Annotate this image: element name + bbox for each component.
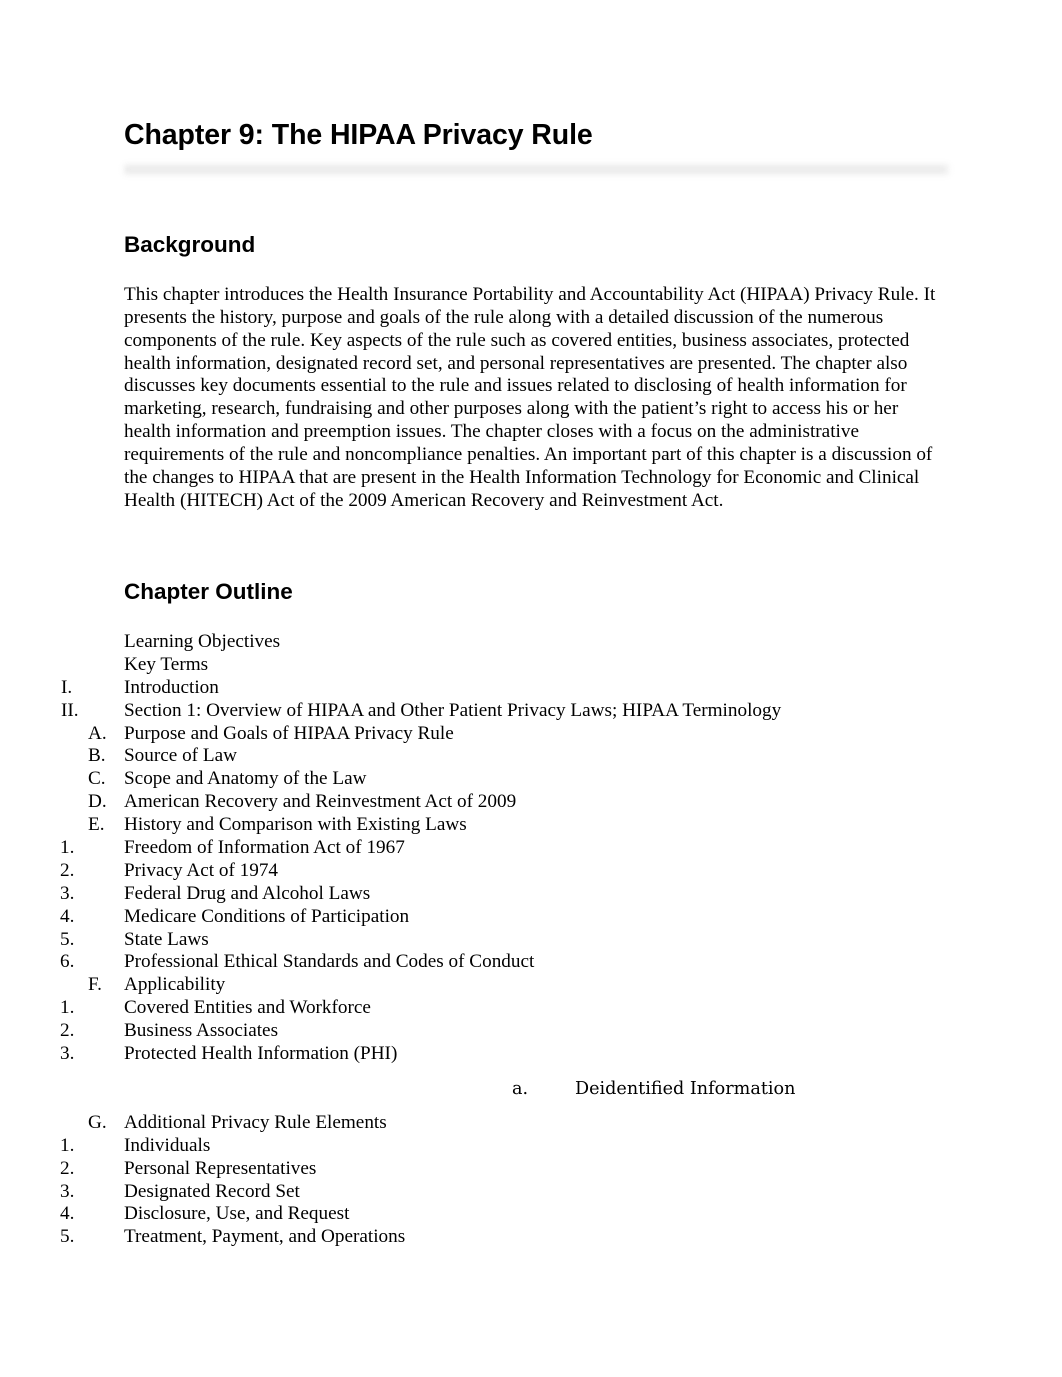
outline-item-marker: B. — [88, 745, 106, 767]
outline-item: 6. Professional Ethical Standards and Cod… — [0, 951, 1062, 974]
outline-item-marker: 1. — [60, 997, 75, 1019]
outline-item: D. American Recovery and Reinvestment Act… — [0, 791, 1062, 814]
outline-item: a. Deidentified Information — [0, 1066, 1062, 1112]
outline-item-marker: A. — [88, 722, 107, 744]
outline-item-label: Disclosure, Use, and Request — [124, 1203, 350, 1225]
outline-item: B. Source of Law — [0, 745, 1062, 768]
outline-item-label: Additional Privacy Rule Elements — [124, 1111, 387, 1133]
outline-item: 1. Freedom of Information Act of 1967 — [0, 837, 1062, 860]
outline-item-label: Individuals — [124, 1134, 211, 1156]
outline-item-marker: G. — [88, 1111, 107, 1133]
page-title: Chapter 9: The HIPAA Privacy Rule — [124, 119, 593, 151]
outline-item-marker: D. — [88, 791, 107, 813]
outline-item-marker: 4. — [60, 905, 75, 927]
outline-item-marker: 6. — [60, 951, 75, 973]
title-block: Chapter 9: The HIPAA Privacy Rule — [124, 118, 954, 175]
outline-item-marker: 5. — [60, 1226, 75, 1248]
outline-item-label: Applicability — [124, 974, 226, 996]
outline-item: E. History and Comparison with Existing L… — [0, 814, 1062, 837]
outline-item-marker: F. — [88, 974, 102, 996]
outline-item-label: Privacy Act of 1974 — [124, 859, 279, 881]
outline-item: 1. Individuals — [0, 1135, 1062, 1158]
outline-item-marker: a. — [512, 1078, 529, 1099]
outline-item-label: Professional Ethical Standards and Codes… — [124, 951, 535, 973]
document-page: Chapter 9: The HIPAA Privacy Rule Backgr… — [0, 0, 1062, 1377]
outline-item: 1. Covered Entities and Workforce — [0, 997, 1062, 1020]
outline-item: 5. Treatment, Payment, and Operations — [0, 1226, 1062, 1249]
title-divider-shadow — [126, 167, 944, 172]
outline-item-label: Covered Entities and Workforce — [124, 997, 371, 1019]
outline-item-label: Federal Drug and Alcohol Laws — [124, 882, 371, 904]
outline-item-marker: 2. — [60, 1020, 75, 1042]
outline-item: 4. Disclosure, Use, and Request — [0, 1203, 1062, 1226]
outline-item-marker: 1. — [60, 837, 75, 859]
outline-item-label: Learning Objectives — [124, 631, 281, 652]
outline-item-marker: 2. — [60, 1157, 75, 1179]
outline-item: 3. Designated Record Set — [0, 1181, 1062, 1204]
outline-item-marker: 2. — [60, 859, 75, 881]
outline-item-label: Freedom of Information Act of 1967 — [124, 837, 405, 859]
outline-item-label: Protected Health Information (PHI) — [124, 1043, 398, 1065]
outline-item-label: Deidentified Information — [575, 1078, 796, 1099]
outline-item-label: Designated Record Set — [124, 1180, 300, 1202]
chapter-outline-list: Learning Objectives Key Terms I. Introducti… — [0, 631, 1062, 1249]
background-paragraph: This chapter introduces the Health Insur… — [124, 284, 936, 511]
outline-item-label: Medicare Conditions of Participation — [124, 905, 410, 927]
section-heading-background: Background — [124, 232, 256, 257]
outline-item-marker: 5. — [60, 928, 75, 950]
outline-item-marker: 3. — [60, 1043, 75, 1065]
outline-item-marker: II. — [61, 699, 79, 721]
outline-item: 5. State Laws — [0, 929, 1062, 952]
outline-item: II. Section 1: Overview of HIPAA and Othe… — [0, 700, 1062, 723]
outline-item-label: Treatment, Payment, and Operations — [124, 1226, 406, 1248]
outline-item: 3. Federal Drug and Alcohol Laws — [0, 883, 1062, 906]
outline-item-label: Introduction — [124, 676, 219, 698]
section-heading-chapter-outline: Chapter Outline — [124, 579, 293, 604]
outline-item: 4. Medicare Conditions of Participation — [0, 906, 1062, 929]
outline-item-marker: E. — [88, 814, 105, 836]
outline-item: 2. Business Associates — [0, 1020, 1062, 1043]
outline-item: 2. Personal Representatives — [0, 1158, 1062, 1181]
outline-item-label: History and Comparison with Existing Law… — [124, 814, 467, 836]
outline-item-label: Business Associates — [124, 1020, 279, 1042]
outline-item-label: State Laws — [124, 928, 209, 950]
outline-item-label: Purpose and Goals of HIPAA Privacy Rule — [124, 722, 454, 744]
outline-item: I. Introduction — [0, 677, 1062, 700]
outline-item: C. Scope and Anatomy of the Law — [0, 768, 1062, 791]
outline-item: Key Terms — [0, 654, 1062, 677]
outline-item-label: Personal Representatives — [124, 1157, 317, 1179]
outline-item-label: Section 1: Overview of HIPAA and Other P… — [124, 699, 782, 721]
outline-item-marker: C. — [88, 768, 106, 790]
outline-item: F. Applicability — [0, 974, 1062, 997]
outline-item-label: Scope and Anatomy of the Law — [124, 768, 367, 790]
outline-item: 3. Protected Health Information (PHI) — [0, 1043, 1062, 1066]
outline-item: 2. Privacy Act of 1974 — [0, 860, 1062, 883]
outline-item-marker: 3. — [60, 882, 75, 904]
outline-item-marker: 1. — [60, 1134, 75, 1156]
outline-item-label: Key Terms — [124, 653, 209, 675]
outline-item-label: Source of Law — [124, 745, 237, 767]
outline-item: A. Purpose and Goals of HIPAA Privacy Rul… — [0, 723, 1062, 746]
outline-item: G. Additional Privacy Rule Elements — [0, 1112, 1062, 1135]
outline-item-marker: I. — [61, 676, 73, 698]
outline-item-marker: 4. — [60, 1203, 75, 1225]
outline-item: Learning Objectives — [0, 631, 1062, 654]
outline-item-label: American Recovery and Reinvestment Act o… — [124, 791, 517, 813]
outline-item-marker: 3. — [60, 1180, 75, 1202]
